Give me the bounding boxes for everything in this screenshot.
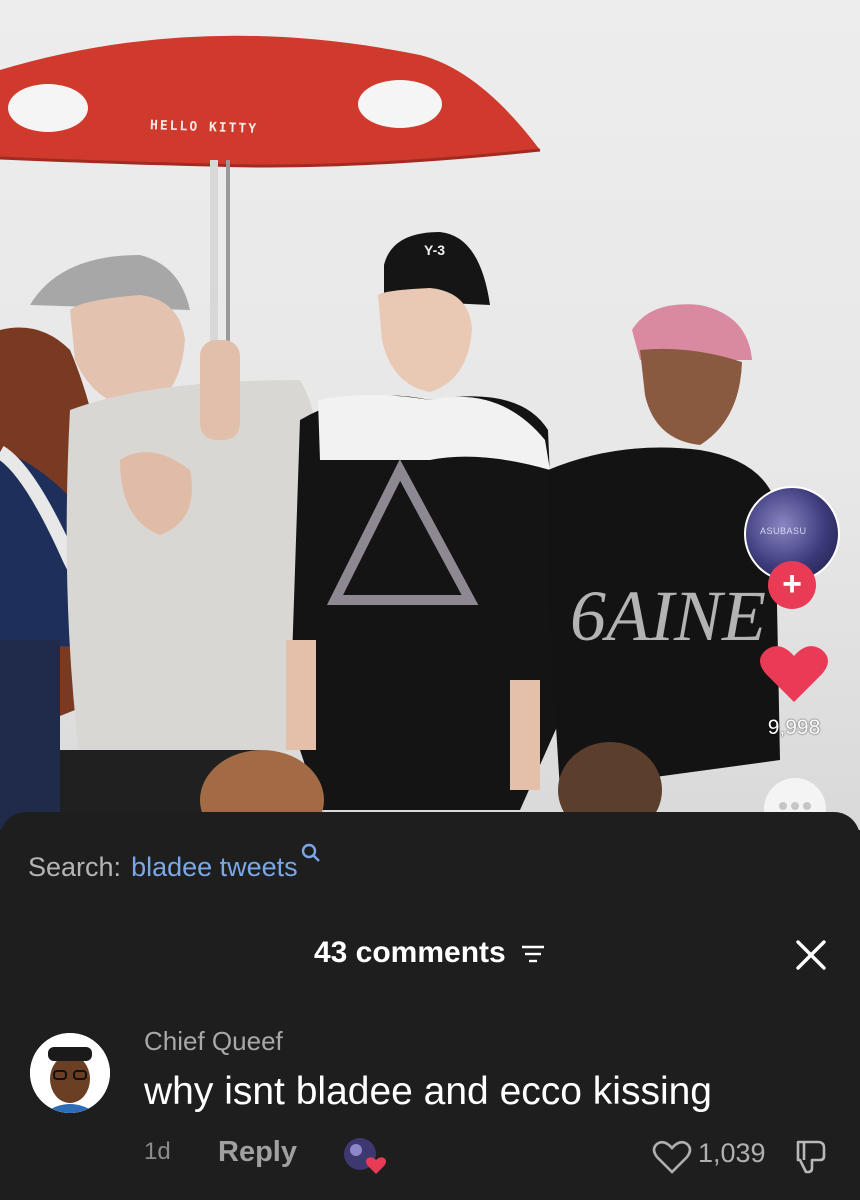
follow-button[interactable]: + bbox=[768, 561, 816, 609]
dislike-icon[interactable] bbox=[790, 1136, 830, 1176]
comment-author[interactable]: Chief Queef bbox=[144, 1026, 283, 1057]
comment-like-count: 1,039 bbox=[698, 1138, 766, 1168]
comment-age: 1d bbox=[144, 1138, 171, 1165]
search-suggestion[interactable]: Search: bladee tweets bbox=[28, 843, 322, 883]
comments-count: 43 comments bbox=[313, 936, 506, 969]
video-frame[interactable]: 6AINE HELLO KITTY Y-3 ASUBASU + 9,998 bbox=[0, 0, 860, 830]
heart-outline-icon[interactable] bbox=[652, 1139, 692, 1175]
search-query[interactable]: bladee tweets bbox=[131, 852, 298, 883]
heart-icon[interactable] bbox=[760, 642, 828, 704]
reply-button[interactable]: Reply bbox=[218, 1136, 297, 1169]
close-icon[interactable] bbox=[794, 938, 828, 972]
search-icon[interactable] bbox=[300, 842, 322, 864]
comments-header: 43 comments bbox=[0, 936, 860, 970]
search-label: Search: bbox=[28, 852, 122, 882]
comment-text: why isnt bladee and ecco kissing bbox=[144, 1070, 712, 1113]
like-count: 9,998 bbox=[767, 716, 821, 739]
reaction-avatar-icon bbox=[344, 1138, 386, 1174]
creator-avatar-text: ASUBASU bbox=[760, 526, 807, 536]
svg-text:6AINE: 6AINE bbox=[570, 576, 766, 656]
cap-logo: Y-3 bbox=[424, 242, 446, 258]
video-scene: 6AINE bbox=[0, 35, 780, 830]
avatar-image bbox=[30, 1033, 110, 1113]
sort-icon[interactable] bbox=[520, 943, 546, 965]
avatar[interactable] bbox=[30, 1033, 110, 1113]
